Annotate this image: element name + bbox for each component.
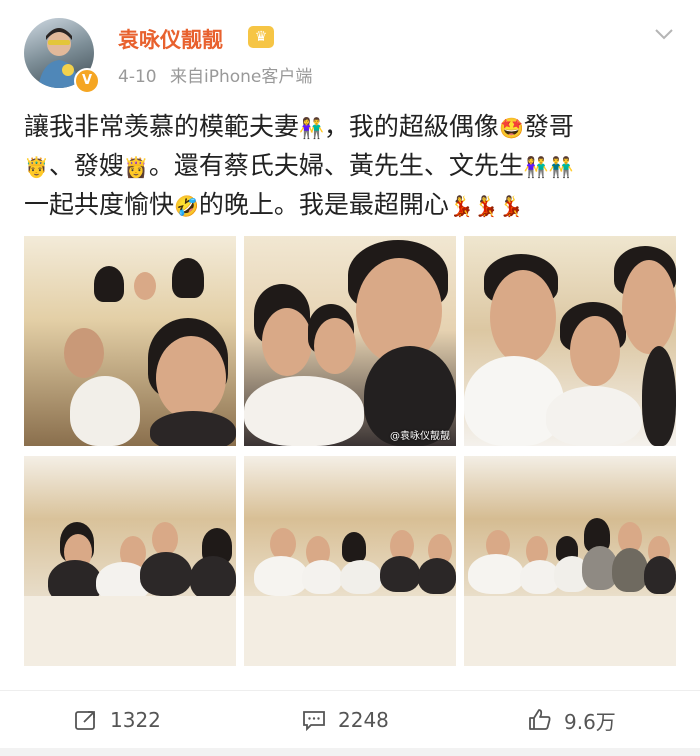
repost-count: 1322 xyxy=(110,708,161,732)
chevron-down-icon[interactable] xyxy=(652,22,676,46)
crown-icon: ♛ xyxy=(248,26,274,48)
photo-3[interactable] xyxy=(464,236,676,446)
watermark: @袁咏仪靓靓 xyxy=(390,431,450,442)
post-date: 4-10 xyxy=(118,67,157,87)
post-text-line1c: 發哥 xyxy=(523,112,574,141)
comment-icon xyxy=(302,708,326,732)
photo-6[interactable] xyxy=(464,456,676,666)
star-eyes-emoji-icon: 🤩 xyxy=(498,116,524,140)
comment-button[interactable]: 2248 xyxy=(302,705,389,735)
couple-emoji-icon: 👫 xyxy=(299,116,324,140)
comment-count: 2248 xyxy=(338,708,389,732)
like-button[interactable]: 9.6万 xyxy=(528,705,616,735)
photo-2[interactable]: @袁咏仪靓靓 xyxy=(244,236,456,446)
action-toolbar: 1322 2248 9.6万 xyxy=(0,690,700,749)
couple-emoji-icon: 👫👬 xyxy=(523,155,574,179)
princess-emoji-icon: 👸 xyxy=(123,155,149,179)
post-text-line2b: 。還有蔡氏夫婦、黃先生、文先生 xyxy=(148,151,524,180)
repost-icon xyxy=(74,708,98,732)
post-text: 讓我非常羡慕的模範夫妻👫，我的超級偶像🤩發哥 🤴、發嫂👸。還有蔡氏夫婦、黃先生、… xyxy=(24,108,674,225)
prince-emoji-icon: 🤴 xyxy=(24,155,49,179)
verified-badge: V xyxy=(74,68,100,94)
post-source[interactable]: 来自iPhone客户端 xyxy=(170,67,312,87)
thumbs-up-icon xyxy=(528,708,552,732)
rofl-emoji-icon: 🤣 xyxy=(174,194,199,218)
bottom-divider xyxy=(0,748,700,756)
post-text-line3b: 的晚上。我是最超開心 xyxy=(198,190,449,219)
username[interactable]: 袁咏仪靓靓 xyxy=(118,24,223,54)
post-meta: 4-10 来自iPhone客户端 xyxy=(118,62,312,87)
like-count: 9.6万 xyxy=(564,709,616,734)
post-text-line1b: ，我的超級偶像 xyxy=(323,112,499,141)
post-text-line1a: 讓我非常羡慕的模範夫妻 xyxy=(24,112,300,141)
repost-button[interactable]: 1322 xyxy=(74,705,161,735)
photo-5[interactable] xyxy=(244,456,456,666)
post-text-line2a: 、發嫂 xyxy=(48,151,124,180)
photo-1[interactable] xyxy=(24,236,236,446)
photo-grid: @袁咏仪靓靓 xyxy=(24,236,676,666)
dancer-emoji-icon: 💃💃💃 xyxy=(448,194,524,218)
post-header: V 袁咏仪靓靓 ♛ 4-10 来自iPhone客户端 xyxy=(0,0,700,100)
photo-4[interactable] xyxy=(24,456,236,666)
post-text-line3a: 一起共度愉快 xyxy=(24,190,175,219)
